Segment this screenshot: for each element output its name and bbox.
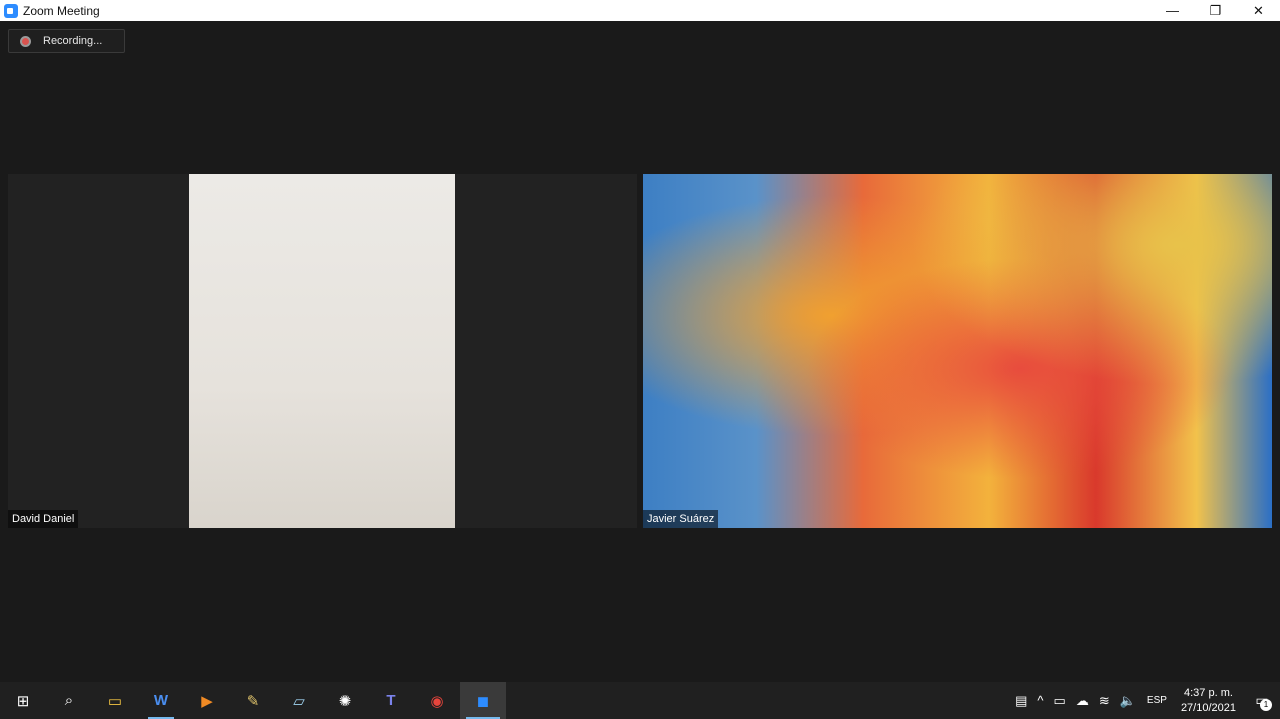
file-explorer-icon[interactable]: ▭ bbox=[92, 682, 138, 719]
notification-center-button[interactable]: ▭ 1 bbox=[1244, 682, 1280, 719]
language-indicator[interactable]: ESP bbox=[1147, 695, 1167, 706]
minimize-button[interactable]: — bbox=[1151, 0, 1194, 21]
chevron-up-icon[interactable]: ^ bbox=[1037, 693, 1043, 708]
system-tray: ▤ ^ ▭ ☁ ≋ 🔈 ESP 4:37 p. m. 27/10/2021 ▭ … bbox=[1010, 682, 1280, 719]
media-player-icon[interactable]: ▶ bbox=[184, 682, 230, 719]
participant-video bbox=[643, 174, 1272, 528]
onedrive-cloud-icon[interactable]: ☁ bbox=[1076, 693, 1089, 709]
zoom-icon[interactable]: ◼ bbox=[460, 682, 506, 719]
notification-count-badge: 1 bbox=[1260, 699, 1272, 711]
zoom-app-icon bbox=[4, 3, 18, 18]
participant-name: David Daniel bbox=[8, 510, 79, 528]
recording-label: Recording... bbox=[43, 35, 103, 47]
volume-icon[interactable]: 🔈 bbox=[1120, 693, 1136, 709]
clock[interactable]: 4:37 p. m. 27/10/2021 bbox=[1181, 686, 1236, 716]
participant-video bbox=[189, 174, 455, 528]
chrome-icon[interactable]: ◉ bbox=[414, 682, 460, 719]
video-tile-david-daniel[interactable]: David Daniel bbox=[8, 174, 637, 528]
windows-start-icon[interactable]: ⊞ bbox=[0, 682, 46, 719]
teams-icon[interactable]: T bbox=[368, 682, 414, 719]
close-button[interactable]: ✕ bbox=[1237, 0, 1280, 21]
window-title: Zoom Meeting bbox=[23, 3, 100, 18]
paint-icon[interactable]: ✎ bbox=[230, 682, 276, 719]
clock-time: 4:37 p. m. bbox=[1184, 686, 1233, 699]
wifi-icon[interactable]: ≋ bbox=[1099, 693, 1110, 709]
word-icon[interactable]: W bbox=[138, 682, 184, 719]
taskbar: ⊞ ⌕ ▭ W ▶ ✎ ▱ ✺ T ◉ ◼ ▤ ^ ▭ ☁ ≋ 🔈 ESP 4:… bbox=[0, 682, 1280, 719]
title-bar: Zoom Meeting — ❐ ✕ bbox=[0, 0, 1280, 21]
recording-indicator[interactable]: Recording... bbox=[8, 29, 125, 53]
participant-name: Javier Suárez bbox=[643, 510, 719, 528]
record-dot-icon bbox=[20, 35, 31, 47]
meeting-area: Recording... David Daniel Javier Suárez bbox=[0, 21, 1280, 682]
clock-date: 27/10/2021 bbox=[1180, 701, 1236, 714]
app-icon[interactable]: ✺ bbox=[322, 682, 368, 719]
search-icon[interactable]: ⌕ bbox=[46, 682, 92, 719]
maximize-button[interactable]: ❐ bbox=[1194, 0, 1237, 21]
window-controls: — ❐ ✕ bbox=[1151, 0, 1280, 21]
video-tile-javier-suarez[interactable]: Javier Suárez bbox=[643, 174, 1272, 528]
battery-icon[interactable]: ▭ bbox=[1054, 693, 1066, 709]
news-icon[interactable]: ▤ bbox=[1015, 693, 1027, 709]
notes-icon[interactable]: ▱ bbox=[276, 682, 322, 719]
